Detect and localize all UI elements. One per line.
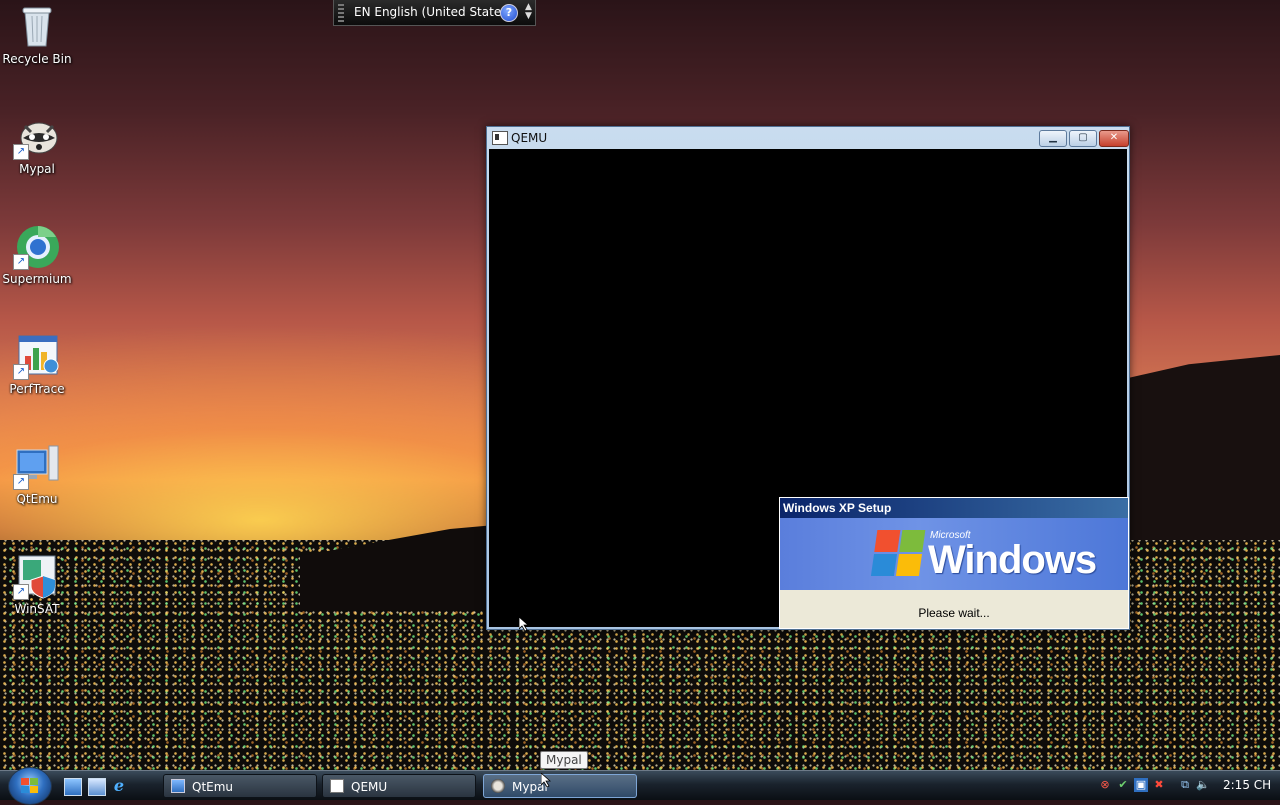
shortcut-arrow-icon: ↗: [13, 474, 29, 490]
shortcut-arrow-icon: ↗: [13, 144, 29, 160]
windows-logo-banner: Microsoft Windows: [780, 518, 1128, 590]
taskbar-tooltip: Mypal: [540, 751, 588, 769]
desktop-icon-recycle-bin[interactable]: Recycle Bin: [2, 2, 72, 66]
mouse-cursor-icon: [519, 617, 529, 631]
xp-setup-dialog: Windows XP Setup Microsoft Windows Pleas…: [779, 497, 1129, 629]
start-button[interactable]: [8, 767, 52, 805]
close-button[interactable]: ✕: [1099, 130, 1129, 147]
desktop-icon-qtemu[interactable]: ↗ QtEmu: [2, 442, 72, 506]
internet-explorer-icon[interactable]: e: [111, 778, 127, 794]
desktop-icon-label: Recycle Bin: [2, 52, 72, 66]
mouse-cursor-icon: [541, 773, 551, 787]
setup-status-text: Please wait...: [918, 606, 990, 620]
taskbar-button-label: QtEmu: [192, 780, 234, 794]
language-bar-grip[interactable]: [338, 4, 344, 22]
security-alert-icon[interactable]: ⊗: [1098, 778, 1112, 792]
window-title: QEMU: [511, 131, 548, 145]
desktop-icon-mypal[interactable]: ↗ Mypal: [2, 112, 72, 176]
qemu-title-bar[interactable]: QEMU ▁ ▢ ✕: [487, 127, 1129, 149]
windows-logo-icon: [21, 778, 39, 794]
winsat-icon: ↗: [13, 552, 61, 600]
taskbar-button-qemu[interactable]: QEMU: [322, 774, 476, 798]
network-monitor-icon[interactable]: ▣: [1134, 778, 1148, 792]
network-error-icon[interactable]: ✖: [1152, 778, 1166, 792]
desktop-icon-label: PerfTrace: [9, 382, 65, 396]
perftrace-icon: ↗: [13, 332, 61, 380]
desktop-icon-winsat[interactable]: ↗ WinSAT: [2, 552, 72, 616]
switch-windows-icon[interactable]: [88, 778, 106, 796]
xp-setup-caption: Windows XP Setup: [780, 498, 1128, 518]
network-icon[interactable]: ⧉: [1178, 778, 1192, 792]
desktop-icon-label: WinSAT: [14, 602, 60, 616]
maximize-button[interactable]: ▢: [1069, 130, 1097, 147]
vm-display[interactable]: Windows XP Setup Microsoft Windows Pleas…: [489, 149, 1129, 629]
taskbar-button-label: QEMU: [351, 780, 388, 794]
shortcut-arrow-icon: ↗: [13, 254, 29, 270]
desktop-icon-label: QtEmu: [16, 492, 58, 506]
language-bar-options-icon[interactable]: ▲ ▼: [525, 3, 532, 21]
qemu-window[interactable]: QEMU ▁ ▢ ✕ Windows XP Setup Microsoft Wi…: [486, 126, 1130, 630]
desktop-icon-label: Supermium: [2, 272, 72, 286]
mypal-icon: [491, 779, 505, 793]
help-icon[interactable]: ?: [500, 4, 518, 22]
taskbar-button-qtemu[interactable]: QtEmu: [163, 774, 317, 798]
language-bar[interactable]: EN English (United States) ? ▲ ▼: [333, 0, 536, 26]
input-language-selector[interactable]: EN English (United States): [354, 5, 512, 19]
qemu-icon: [330, 779, 344, 793]
shortcut-arrow-icon: ↗: [13, 584, 29, 600]
desktop-icon-perftrace[interactable]: ↗ PerfTrace: [2, 332, 72, 396]
taskbar-button-mypal[interactable]: Mypal: [483, 774, 637, 798]
mypal-icon: ↗: [13, 112, 61, 160]
windows-wordmark: Windows: [928, 538, 1097, 582]
desktop-icon-supermium[interactable]: ↗ Supermium: [2, 222, 72, 286]
taskbar: e QtEmu QEMU Mypal ⊗ ✔ ▣ ✖ ⧉ 🔈 2:15 CH: [0, 767, 1280, 805]
system-tray: ⊗ ✔ ▣ ✖ ⧉ 🔈 2:15 CH: [1092, 771, 1280, 801]
desktop-icon-label: Mypal: [19, 162, 55, 176]
minimize-button[interactable]: ▁: [1039, 130, 1067, 147]
show-desktop-icon[interactable]: [64, 778, 82, 796]
recycle-bin-icon: [13, 2, 61, 50]
qemu-window-icon[interactable]: [492, 131, 508, 145]
qtemu-icon: [171, 779, 185, 793]
windows-flag-icon: [870, 530, 928, 578]
defender-shield-icon[interactable]: ✔: [1116, 778, 1130, 792]
volume-muted-icon[interactable]: 🔈: [1196, 778, 1210, 792]
qtemu-icon: ↗: [13, 442, 61, 490]
supermium-icon: ↗: [13, 222, 61, 270]
shortcut-arrow-icon: ↗: [13, 364, 29, 380]
clock[interactable]: 2:15 CH: [1223, 778, 1271, 792]
